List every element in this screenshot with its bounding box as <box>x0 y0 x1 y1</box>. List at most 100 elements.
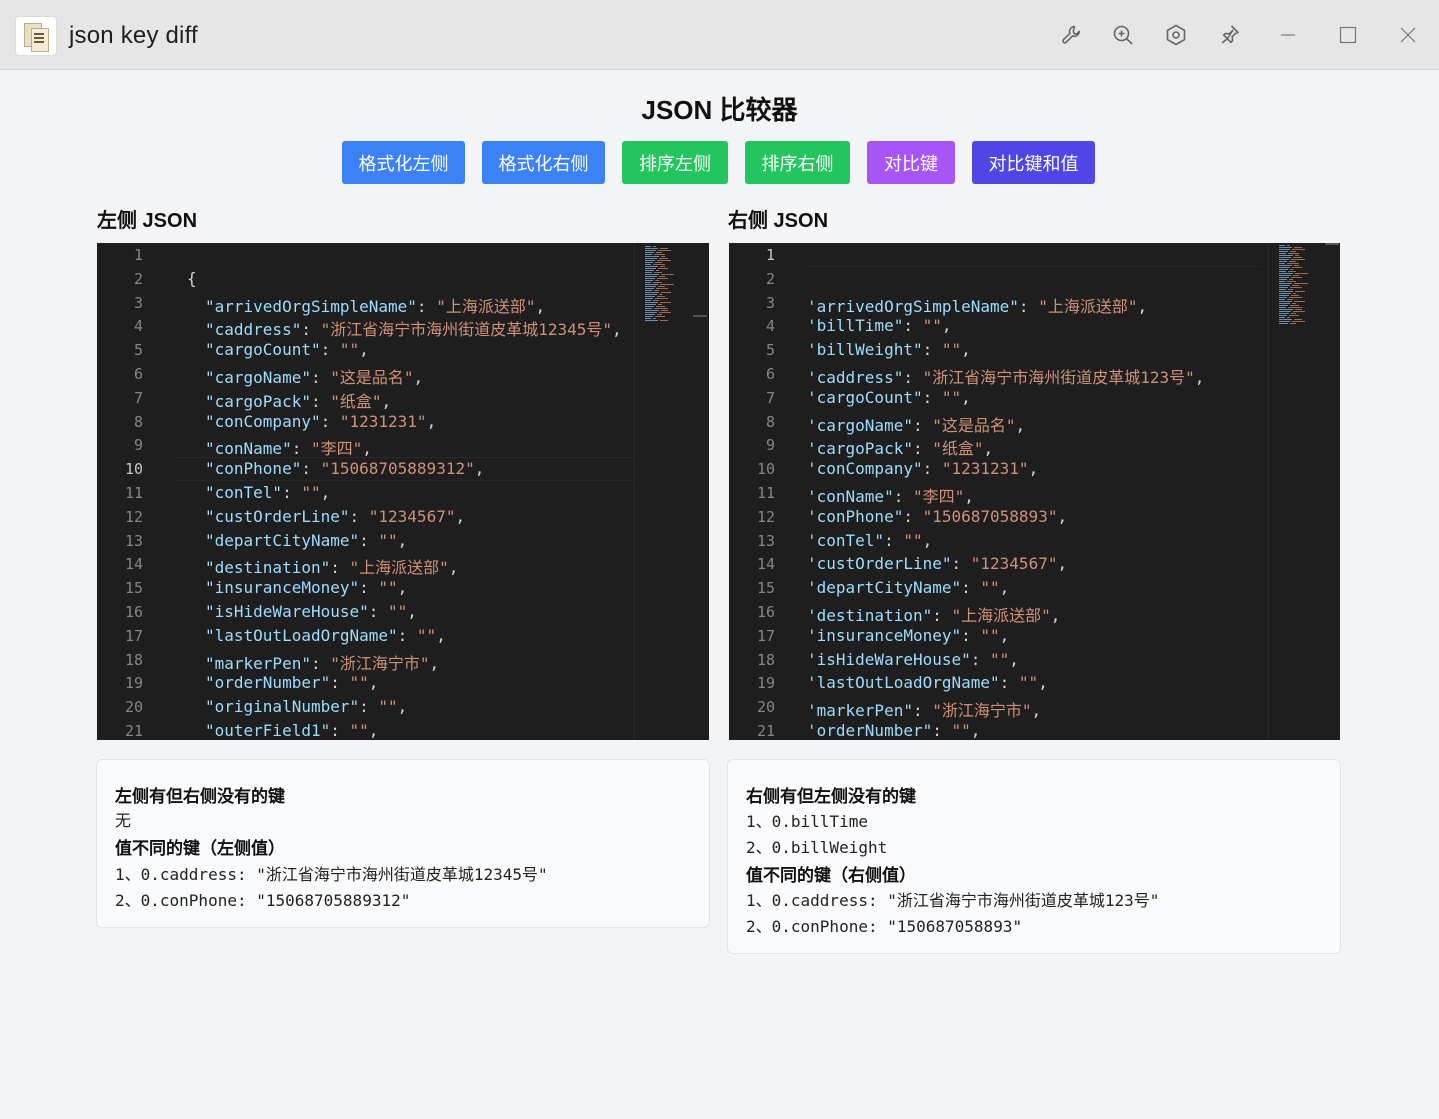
format-right-button[interactable]: 格式化右侧 <box>482 141 605 184</box>
minimap-line <box>1279 279 1287 280</box>
minimap-line <box>645 300 651 301</box>
minimap-line <box>1293 275 1299 276</box>
minimap-line <box>645 274 659 275</box>
left-json-editor[interactable]: 1 2 3 4 5 6 7 8 9 10 11 12 13 14 15 16 17 18 19 20 21 {"arri… <box>97 243 709 740</box>
minimap-line <box>653 246 656 247</box>
code-line: 'departCityName": "", <box>807 578 1010 598</box>
minimap-line <box>645 288 654 289</box>
minimap-line <box>656 306 665 307</box>
code-line: 'cargoCount": "", <box>807 387 971 407</box>
minimap-line <box>645 252 654 253</box>
minimap-line <box>1295 273 1308 274</box>
line-number: 1 <box>765 246 775 264</box>
minimap-line <box>653 264 665 265</box>
minimap-line <box>660 302 671 303</box>
minimap-line <box>1279 269 1288 270</box>
left-diff-item: 2、0.conPhone: "15068705889312" <box>115 891 411 910</box>
code-line: "cargoCount": "", <box>205 340 369 360</box>
minimap-line <box>661 310 668 311</box>
minimap-line <box>645 312 657 313</box>
minimap-line <box>1287 299 1293 300</box>
minimap-line <box>1279 319 1292 320</box>
code-line: 'custOrderLine": "1234567", <box>807 554 1068 574</box>
minimap-line <box>659 294 662 295</box>
wrench-icon[interactable] <box>1057 20 1087 50</box>
minimap-line <box>1279 309 1293 310</box>
minimap-line <box>1279 293 1291 294</box>
minimap-line <box>654 290 659 291</box>
minimize-button[interactable] <box>1273 20 1303 50</box>
minimap-line <box>1279 255 1293 256</box>
editor-scrollbar[interactable] <box>693 243 707 740</box>
minimap-line <box>1289 261 1296 262</box>
minimap-line <box>1279 275 1291 276</box>
minimap-line <box>1279 247 1292 248</box>
line-number: 21 <box>756 722 775 740</box>
line-number: 6 <box>133 365 143 383</box>
minimap-line <box>645 296 655 297</box>
minimap-line <box>655 316 665 317</box>
code-line: "orderNumber": "", <box>205 673 379 693</box>
minimap-line <box>1291 259 1305 260</box>
code-line: "custOrderLine": "1234567", <box>205 506 466 526</box>
sort-right-button[interactable]: 排序右侧 <box>745 141 850 184</box>
minimap-line <box>659 258 668 259</box>
minimap-line <box>1294 319 1302 320</box>
code-line: 'destination": "上海派送部", <box>807 606 1061 625</box>
minimap-line <box>1279 305 1288 306</box>
minimap-line <box>645 268 656 269</box>
minimap-line <box>659 276 665 277</box>
left-missing-item: 无 <box>115 811 132 830</box>
minimap-line <box>1279 271 1286 272</box>
code-line: "insuranceMoney": "", <box>205 578 408 598</box>
code-line: "isHideWareHouse": "", <box>205 602 417 621</box>
minimap-line <box>1294 283 1308 284</box>
code-line: "cargoPack": "纸盒", <box>205 391 392 411</box>
line-number: 3 <box>765 293 775 312</box>
line-number: 8 <box>133 412 143 431</box>
line-number: 9 <box>133 436 143 455</box>
minimap-line <box>660 320 668 321</box>
format-left-button[interactable]: 格式化左侧 <box>342 141 465 184</box>
minimap[interactable] <box>634 243 693 740</box>
minimap-line <box>1295 309 1302 310</box>
line-number: 19 <box>756 674 775 693</box>
close-button[interactable] <box>1393 20 1423 50</box>
minimap-line <box>1290 323 1296 324</box>
zoom-in-icon[interactable] <box>1108 20 1138 50</box>
title-bar: json key diff <box>0 0 1439 70</box>
minimap-line <box>645 290 652 291</box>
settings-hex-icon[interactable] <box>1161 20 1191 50</box>
minimap-line <box>1294 247 1302 248</box>
compare-keys-button[interactable]: 对比键 <box>867 141 955 184</box>
line-number: 17 <box>756 626 775 645</box>
minimap-line <box>654 272 662 273</box>
code-line: "arrivedOrgSimpleName": "上海派送部", <box>205 296 546 316</box>
minimap-line <box>1279 283 1292 284</box>
code-line: "caddress": "浙江省海宁市海州街道皮革城12345号", <box>205 320 622 340</box>
line-number-gutter: 1 2 3 4 5 6 7 8 9 10 11 12 13 14 15 16 17 18 19 20 21 <box>729 243 789 740</box>
code-line: "lastOutLoadOrgName": "", <box>205 625 446 645</box>
minimap-line <box>645 282 651 283</box>
right-json-editor[interactable]: 1 2 3 4 5 6 7 8 9 10 11 12 13 14 15 16 17 18 19 20 21 'arriv… <box>729 243 1340 740</box>
sort-left-button[interactable]: 排序左侧 <box>622 141 728 184</box>
maximize-button[interactable] <box>1333 20 1363 50</box>
minimap[interactable] <box>1268 243 1325 740</box>
minimap-line <box>661 292 671 293</box>
line-number: 6 <box>765 365 775 383</box>
page-title: JSON 比较器 <box>641 95 798 125</box>
right-missing-item: 1、0.billTime <box>746 812 868 831</box>
minimap-line <box>645 316 653 317</box>
line-number: 18 <box>756 650 775 669</box>
compare-keys-values-button[interactable]: 对比键和值 <box>972 141 1095 184</box>
minimap-line <box>1293 311 1305 312</box>
minimap-line <box>645 298 653 299</box>
editor-scrollbar[interactable] <box>1325 243 1339 740</box>
minimap-line <box>659 312 671 313</box>
pin-icon[interactable] <box>1214 20 1244 50</box>
code-line: 'conName": "李四", <box>807 487 974 506</box>
line-number: 9 <box>765 436 775 455</box>
code-line: 'billWeight": "", <box>807 340 971 360</box>
minimap-line <box>645 306 654 307</box>
minimap-line <box>1290 251 1296 252</box>
